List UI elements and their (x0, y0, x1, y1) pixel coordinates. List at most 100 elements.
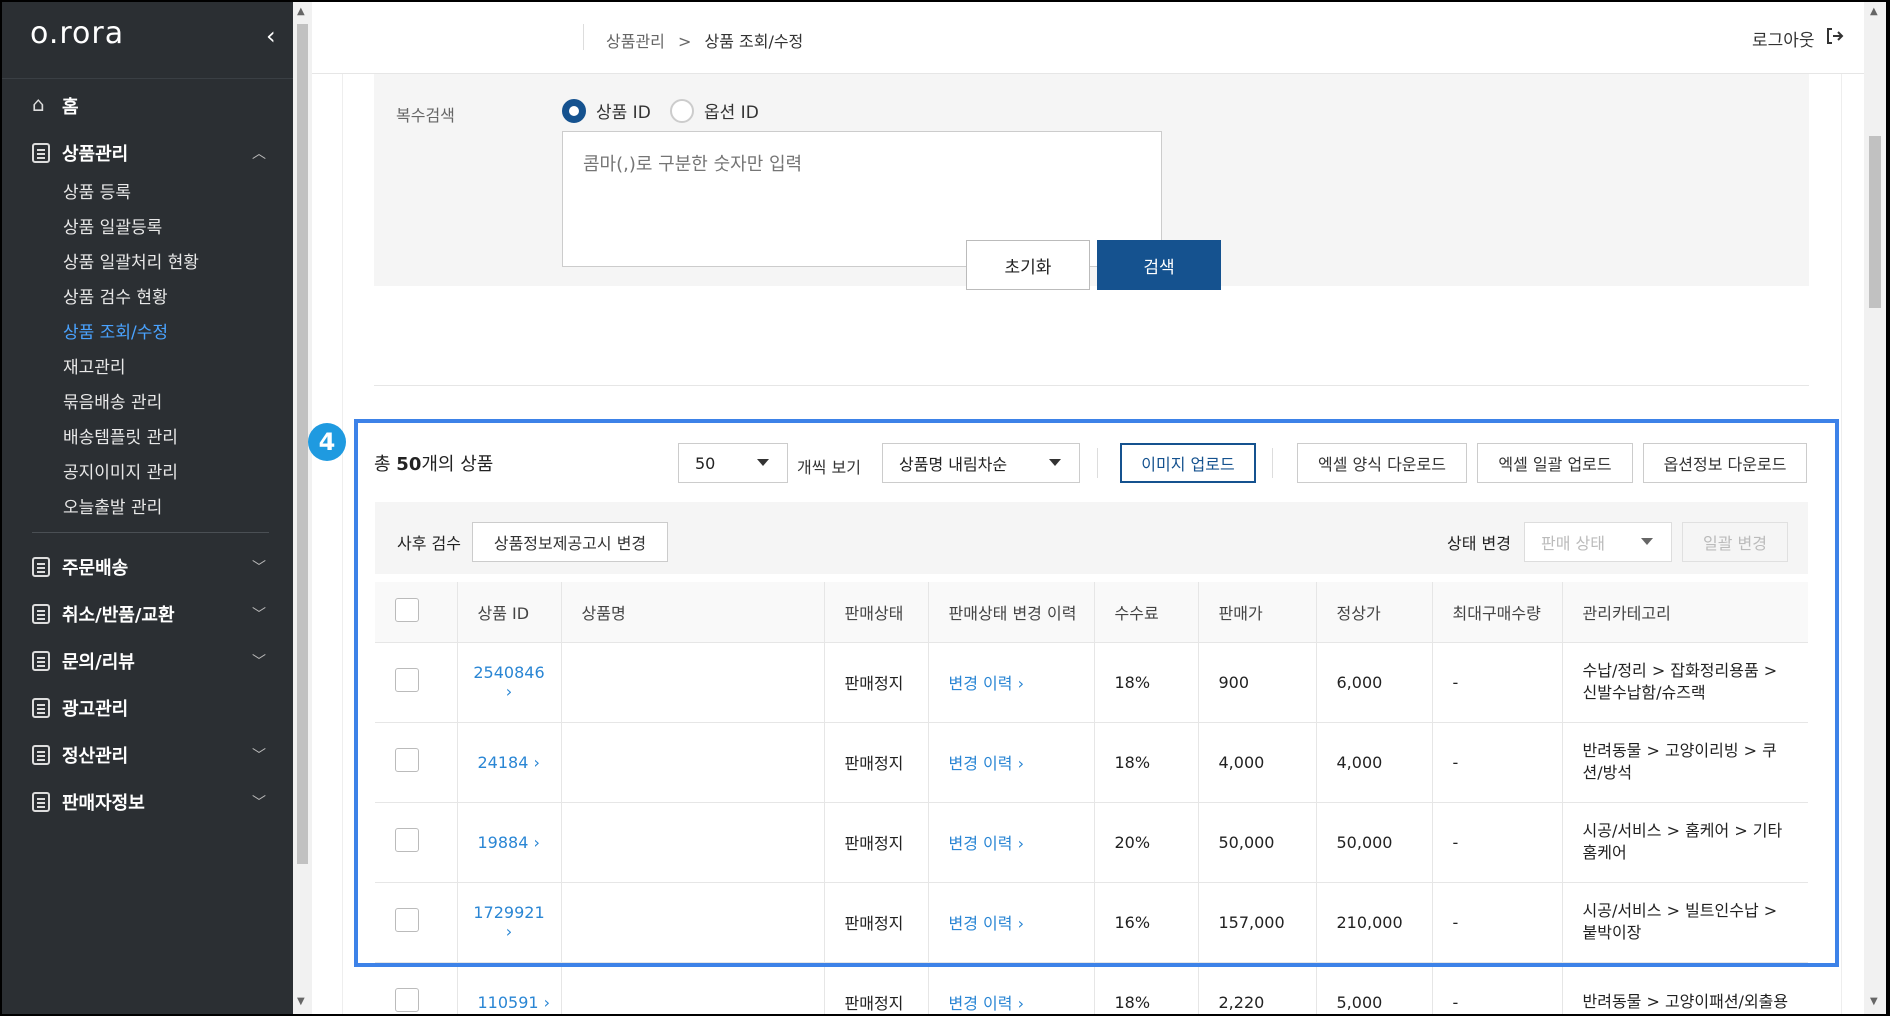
sidebar-item-orders[interactable]: 주문배송 ﹀ (2, 555, 293, 579)
chevron-right-icon[interactable]: › (1018, 674, 1024, 693)
row-checkbox[interactable] (395, 988, 419, 1012)
chevron-left-icon[interactable]: ‹ (266, 22, 276, 50)
per-page-select[interactable]: 50 (678, 443, 788, 483)
sidebar-item-settlement[interactable]: 정산관리 ﹀ (2, 743, 293, 767)
history-link[interactable]: 변경 이력 (949, 994, 1013, 1013)
price-cell: 4,000 (1198, 722, 1317, 803)
sidebar-item-ads[interactable]: 광고관리 (2, 696, 293, 720)
sidebar-sub-item-active[interactable]: 상품 조회/수정 (63, 318, 168, 343)
image-upload-button[interactable]: 이미지 업로드 (1120, 443, 1256, 483)
col-header: 수수료 (1094, 582, 1199, 643)
category-cell: 시공/서비스 > 빌트인수납 > 붙박이장 (1562, 882, 1808, 963)
sidebar-sub-item[interactable]: 재고관리 (63, 353, 126, 378)
history-link[interactable]: 변경 이력 (949, 914, 1013, 933)
header-checkbox-cell (375, 582, 458, 643)
sidebar-sub-item[interactable]: 배송템플릿 관리 (63, 423, 178, 448)
sidebar-item-product-mgmt[interactable]: 상품관리 ︿ (2, 141, 293, 165)
radio-option-id[interactable]: 옵션 ID (670, 98, 759, 123)
sidebar-sub-item[interactable]: 상품 검수 현황 (63, 283, 168, 308)
row-checkbox-cell (375, 642, 458, 723)
scroll-down-icon[interactable]: ▼ (297, 996, 305, 1007)
sort-select[interactable]: 상품명 내림차순 (882, 443, 1080, 483)
row-checkbox[interactable] (395, 828, 419, 852)
excel-bulk-upload-button[interactable]: 엑셀 일괄 업로드 (1477, 443, 1633, 483)
radio-product-id[interactable]: 상품 ID (562, 98, 651, 123)
sidebar-item-seller-info[interactable]: 판매자정보 ﹀ (2, 790, 293, 814)
sidebar-item-inquiries[interactable]: 문의/리뷰 ﹀ (2, 649, 293, 673)
excel-template-download-button[interactable]: 엑셀 양식 다운로드 (1297, 443, 1467, 483)
category-cell: 수납/정리 > 잡화정리용품 > 신발수납함/슈즈랙 (1562, 642, 1808, 723)
bulk-toolbar: 사후 검수 상품정보제공고시 변경 상태 변경 판매 상태 일괄 변경 (375, 502, 1808, 574)
scrollbar-thumb[interactable] (297, 24, 308, 864)
sidebar-scrollbar[interactable]: ▲ ▼ (293, 2, 312, 1014)
sidebar-sub-item[interactable]: 상품 일괄등록 (63, 213, 162, 238)
history-link[interactable]: 변경 이력 (949, 754, 1013, 773)
col-header: 최대구매수량 (1432, 582, 1563, 643)
chevron-right-icon[interactable]: › (534, 833, 540, 852)
notice-change-button[interactable]: 상품정보제공고시 변경 (472, 522, 668, 562)
breadcrumb-parent[interactable]: 상품관리 (606, 32, 665, 51)
product-id-link[interactable]: 110591 (478, 993, 539, 1012)
fee-cell: 18% (1094, 722, 1199, 803)
sales-status-select[interactable]: 판매 상태 (1524, 522, 1672, 562)
chevron-right-icon[interactable]: › (506, 682, 512, 701)
product-id-link[interactable]: 19884 (478, 833, 529, 852)
sidebar-sub-item[interactable]: 상품 등록 (63, 178, 131, 203)
scrollbar-thumb[interactable] (1869, 136, 1881, 308)
chevron-right-icon[interactable]: › (544, 993, 550, 1012)
sidebar-sub-item[interactable]: 묶음배송 관리 (63, 388, 162, 413)
history-link[interactable]: 변경 이력 (949, 834, 1013, 853)
main-scrollbar[interactable]: ▲ ▼ (1864, 2, 1886, 1014)
sidebar-item-label: 취소/반품/교환 (62, 605, 175, 626)
post-review-label: 사후 검수 (397, 534, 461, 553)
chevron-right-icon[interactable]: › (1018, 834, 1024, 853)
scroll-down-icon[interactable]: ▼ (1870, 996, 1878, 1007)
scroll-up-icon[interactable]: ▲ (1870, 6, 1878, 17)
sidebar-item-home[interactable]: ⌂ 홈 (2, 92, 293, 118)
chevron-right-icon[interactable]: › (1018, 914, 1024, 933)
product-id-link[interactable]: 24184 (478, 753, 529, 772)
search-box: 복수검색 상품 ID 옵션 ID (374, 74, 1809, 286)
sidebar-item-label: 판매자정보 (62, 793, 145, 814)
product-name-cell (561, 962, 825, 1014)
sidebar-item-returns[interactable]: 취소/반품/교환 ﹀ (2, 602, 293, 626)
sidebar-item-label: 정산관리 (62, 746, 129, 767)
sidebar-sub-item[interactable]: 상품 일괄처리 현황 (63, 248, 199, 273)
fee-cell: 18% (1094, 962, 1199, 1014)
row-checkbox[interactable] (395, 908, 419, 932)
logout-button[interactable]: 로그아웃 (1752, 26, 1844, 51)
chevron-right-icon[interactable]: › (1018, 994, 1024, 1013)
app-window: o.rora ‹ ⌂ 홈 상품관리 ︿ 상품 등록 상품 일괄등록 상품 일괄처… (2, 2, 1886, 1014)
search-button[interactable]: 검색 (1097, 240, 1221, 290)
product-id-cell: 2540846 › (457, 642, 562, 723)
product-id-link[interactable]: 2540846 (473, 663, 544, 682)
option-info-download-button[interactable]: 옵션정보 다운로드 (1643, 443, 1807, 483)
row-checkbox[interactable] (395, 668, 419, 692)
radio-unchecked-icon (670, 98, 694, 123)
sidebar-sub-item[interactable]: 공지이미지 관리 (63, 458, 178, 483)
chevron-right-icon[interactable]: › (506, 922, 512, 941)
row-checkbox[interactable] (395, 748, 419, 772)
col-header: 판매가 (1198, 582, 1317, 643)
chevron-up-icon: ︿ (252, 146, 266, 162)
fee-cell: 16% (1094, 882, 1199, 963)
breadcrumb-separator: > (677, 32, 692, 51)
table-row: 110591 › 판매정지 변경 이력 › 18% 2,220 5,000 - … (375, 962, 1808, 1014)
reset-button[interactable]: 초기화 (966, 240, 1090, 290)
chevron-down-icon: ﹀ (252, 607, 266, 623)
chevron-right-icon[interactable]: › (534, 753, 540, 772)
table-row: 1729921 › 판매정지 변경 이력 › 16% 157,000 210,00… (375, 882, 1808, 963)
radio-checked-icon (562, 98, 586, 123)
status-change-label: 상태 변경 (1447, 534, 1511, 553)
select-all-checkbox[interactable] (395, 597, 419, 622)
product-id-link[interactable]: 1729921 (473, 903, 544, 922)
sidebar-divider (32, 532, 269, 533)
total-number: 50 (396, 454, 422, 475)
history-link[interactable]: 변경 이력 (949, 674, 1013, 693)
chevron-right-icon[interactable]: › (1018, 754, 1024, 773)
scroll-up-icon[interactable]: ▲ (297, 6, 305, 17)
sidebar-sub-item[interactable]: 오늘출발 관리 (63, 493, 162, 518)
col-header: 판매상태 변경 이력 (928, 582, 1095, 643)
max-qty-cell: - (1432, 802, 1563, 883)
bulk-change-button[interactable]: 일괄 변경 (1682, 522, 1788, 562)
